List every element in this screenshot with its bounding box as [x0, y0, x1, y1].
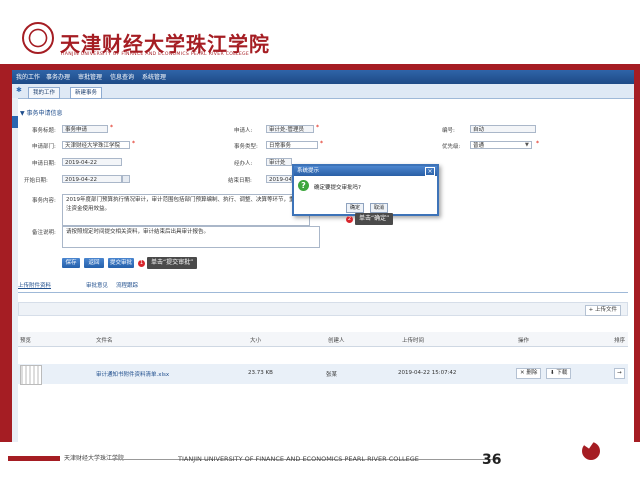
nav-item-approval[interactable]: 审批管理	[78, 72, 102, 81]
col-preview: 预览	[20, 338, 32, 344]
label-start-date: 开始日期:	[24, 178, 48, 184]
home-icon[interactable]: ✱	[16, 86, 22, 94]
nav-item-query[interactable]: 信息查询	[110, 72, 134, 81]
subtab-opinions[interactable]: 审批意见	[86, 281, 108, 289]
tab-my-work[interactable]: 我的工作	[28, 87, 61, 99]
label-applicant: 申请人:	[234, 128, 253, 134]
end-date-field[interactable]: 2019-04-22	[266, 175, 292, 183]
dialog-ok-button[interactable]: 确定	[346, 203, 365, 213]
close-icon[interactable]: ×	[425, 167, 435, 176]
grid-header: 预览 文件名 大小 创建人 上传时间 操作 排序	[18, 332, 628, 347]
dialog-title: 系统提示	[294, 166, 437, 176]
label-end-date: 结束日期:	[228, 178, 252, 184]
start-date-field[interactable]: 2019-04-22	[62, 175, 122, 183]
delete-button[interactable]: ✕ 删除	[516, 368, 542, 379]
side-strip	[12, 98, 18, 442]
col-creator: 创建人	[328, 338, 345, 344]
label-apply-date: 申请日期:	[32, 161, 56, 167]
attachment-toolbar: + 上传文件	[18, 302, 628, 316]
chevron-down-icon[interactable]: ▼	[525, 142, 529, 148]
step-1-marker: 1	[138, 260, 145, 267]
footer-college-en: TIANJIN UNIVERSITY OF FINANCE AND ECONOM…	[178, 455, 419, 463]
save-button[interactable]: 保存	[62, 258, 80, 268]
question-icon: ?	[298, 180, 309, 191]
label-handler: 经办人:	[234, 161, 253, 167]
remark-textarea[interactable]: 请按照规定时间提交相关资料，审计结束后出具审计报告。	[62, 226, 320, 248]
college-name-en: TIANJIN UNIVERSITY OF FINANCE AND ECONOM…	[60, 52, 250, 57]
sort-arrow-icon[interactable]: →	[614, 368, 625, 379]
content-textarea[interactable]: 2019年度部门预算执行情况审计，审计范围包括部门预算编制、执行、调整、决算等环…	[62, 194, 310, 226]
category-select[interactable]: 日常事务	[266, 141, 318, 149]
required-mark: *	[536, 140, 539, 147]
number-field[interactable]: 自动	[470, 125, 536, 133]
label-number: 编号:	[442, 128, 455, 134]
label-remark: 备注说明:	[32, 230, 56, 236]
apply-date-field[interactable]: 2019-04-22	[62, 158, 122, 166]
col-size: 大小	[250, 338, 262, 344]
calendar-icon[interactable]	[122, 175, 130, 183]
label-content: 事务内容:	[32, 198, 56, 204]
table-row[interactable]: 审计通知书附件资料清单.xlsx 23.73 KB 张某 2019-04-22 …	[18, 364, 628, 385]
dept-field[interactable]: 天津财经大学珠江学院	[62, 141, 130, 149]
step-1-callout: 单击“提交审批”	[147, 257, 198, 269]
section-title: ▼ 事务申请信息	[20, 110, 63, 117]
row-time: 2019-04-22 15:07:42	[398, 370, 457, 376]
nav-item-affairs[interactable]: 事务办理	[46, 72, 70, 81]
required-mark: *	[132, 140, 135, 147]
side-indicator	[12, 116, 18, 128]
label-priority: 优先级:	[442, 144, 461, 150]
label-category: 事务类型:	[234, 144, 258, 150]
step-2-marker: 2	[346, 216, 353, 223]
dialog-message: 确定要提交审批吗?	[314, 185, 361, 191]
tab-bar: ✱ 我的工作 新建事务	[12, 84, 634, 99]
footer-emblem-icon	[580, 440, 602, 462]
step-2-callout: 单击“确定”	[355, 213, 394, 225]
title-field[interactable]: 事务申请	[62, 125, 108, 133]
row-size: 23.73 KB	[248, 370, 273, 376]
subtab-attachments[interactable]: 上传附件资料	[18, 281, 51, 289]
required-mark: *	[316, 124, 319, 131]
handler-field[interactable]: 审计处	[266, 158, 292, 166]
required-mark: *	[110, 124, 113, 131]
upload-file-button[interactable]: + 上传文件	[584, 305, 621, 316]
dialog-cancel-button[interactable]: 取消	[370, 203, 389, 213]
subtab-flow[interactable]: 流程跟踪	[116, 281, 138, 289]
top-nav-bar: 我的工作 事务办理 审批管理 信息查询 系统管理	[12, 70, 634, 84]
footer-accent-bar	[8, 456, 60, 461]
label-dept: 申请部门:	[32, 144, 56, 150]
file-thumbnail[interactable]	[20, 365, 42, 385]
col-upload-time: 上传时间	[402, 338, 425, 344]
applicant-field[interactable]: 审计处-管理员	[266, 125, 314, 133]
college-seal-logo	[22, 22, 54, 54]
nav-item-my-work[interactable]: 我的工作	[16, 72, 40, 81]
priority-select[interactable]: 普通	[470, 141, 532, 149]
back-button[interactable]: 返回	[84, 258, 104, 268]
nav-item-system[interactable]: 系统管理	[142, 72, 166, 81]
col-sort: 排序	[614, 338, 626, 344]
label-title: 事务标题:	[32, 128, 56, 134]
app-screenshot: 我的工作 事务办理 审批管理 信息查询 系统管理 ✱ 我的工作 新建事务 ▼ 事…	[12, 70, 634, 442]
col-filename: 文件名	[96, 338, 113, 344]
confirm-dialog: 系统提示 × ? 确定要提交审批吗? 确定 取消	[292, 164, 439, 216]
submit-approval-button[interactable]: 提交审批	[108, 258, 134, 268]
col-operations: 操作	[518, 338, 530, 344]
row-filename[interactable]: 审计通知书附件资料清单.xlsx	[96, 370, 169, 378]
footer-college-cn: 天津财经大学珠江学院	[64, 455, 125, 462]
sub-tab-bar: 上传附件资料 审批意见 流程跟踪	[18, 278, 628, 293]
row-creator: 张某	[326, 372, 338, 378]
download-button[interactable]: ⬇ 下载	[546, 368, 572, 379]
required-mark: *	[320, 140, 323, 147]
page-number: 36	[482, 452, 502, 468]
tab-new-affair[interactable]: 新建事务	[70, 87, 103, 99]
